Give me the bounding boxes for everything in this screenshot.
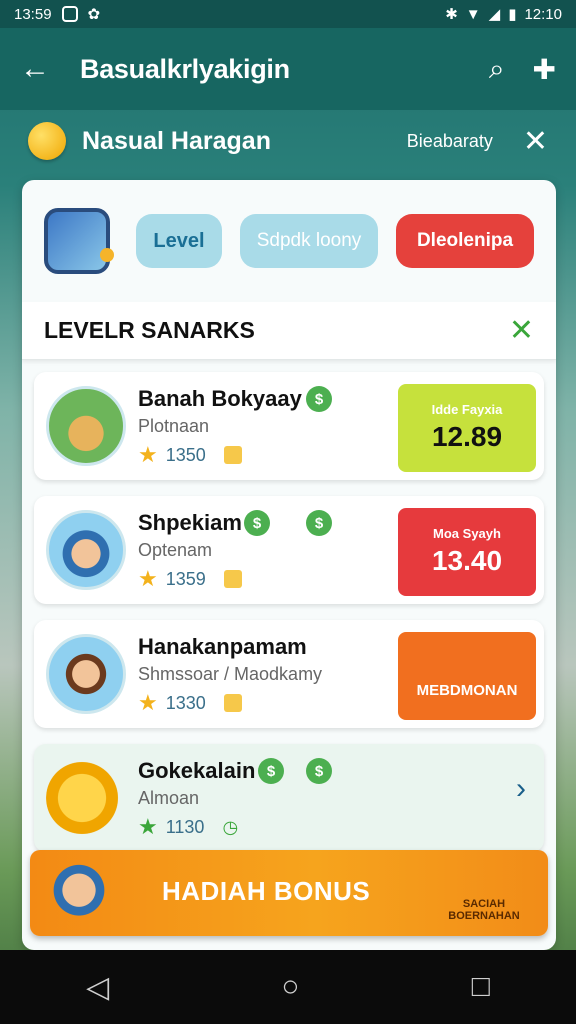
star-icon: ★ (138, 690, 158, 715)
subheader-link[interactable]: Bieabaraty (407, 131, 493, 152)
avatar (46, 634, 126, 714)
item-stats: ★ 1130 ◷ (138, 814, 238, 840)
signal-icon: ◢ (488, 6, 501, 23)
puzzle-icon[interactable]: ✚ (533, 53, 556, 86)
nav-home-icon[interactable]: ○ (281, 970, 299, 1004)
tablet-icon (44, 208, 114, 274)
banner-title: HADIAH BONUS (162, 876, 371, 906)
battery-icon: ▮ (508, 6, 517, 23)
item-title: Shpekiam (138, 510, 242, 535)
filter-chip-secondary[interactable]: Sdpdk loony (240, 214, 378, 268)
rewards-card: Level Sdpdk loony Dleolenipa LEVELR SANA… (22, 180, 556, 950)
item-stats: ★ 1350 (138, 442, 242, 468)
item-count: 1330 (165, 692, 206, 713)
item-stats: ★ 1359 (138, 566, 242, 592)
item-subtitle: Optenam (138, 540, 213, 560)
item-title: Hanakanpamam (138, 634, 307, 659)
verified-badge-icon: $ (306, 510, 332, 536)
price-value: 12.89 (431, 421, 503, 453)
item-count: 1359 (165, 568, 206, 589)
coin-badge-icon (223, 694, 242, 712)
price-box[interactable]: Idde Fayxia 12.89 (398, 384, 536, 472)
subheader: Nasual Haragan Bieabaraty ✕ (0, 110, 576, 172)
item-stats: ★ 1330 (138, 690, 242, 716)
price-value: 13.40 (431, 545, 503, 577)
close-icon[interactable]: ✕ (523, 124, 548, 159)
app-bar: ← Basualkrlyakigin ⌕ ✚ (0, 28, 576, 110)
app-notification-icon: ✿ (87, 6, 101, 23)
price-caption: Idde Fayxia (431, 401, 503, 417)
status-time: 13:59 (14, 5, 52, 23)
list-item[interactable]: Shpekiam $ $ Optenam ★ 1359 Moa Syayh 13… (34, 496, 544, 604)
nav-back-icon[interactable]: ◁ (86, 970, 109, 1005)
promo-label: MEBDMONAN (416, 681, 518, 699)
bonus-banner[interactable]: HADIAH BONUS SACIAH BOERNAHAN (30, 850, 548, 936)
banner-side-label: SACIAH BOERNAHAN (448, 898, 520, 922)
filter-chip-red[interactable]: Dleolenipa (396, 214, 534, 268)
verified-badge-icon: $ (244, 510, 270, 536)
camera-icon (61, 6, 78, 22)
clock-icon: ◷ (222, 816, 239, 837)
bluetooth-icon: ✱ (445, 6, 458, 23)
list-item[interactable]: Banah Bokyaay $ Plotnaan ★ 1350 Idde Fay… (34, 372, 544, 480)
item-title: Banah Bokyaay (138, 386, 302, 411)
avatar (46, 386, 126, 466)
nav-recents-icon[interactable]: □ (472, 970, 490, 1004)
search-icon[interactable]: ⌕ (489, 53, 505, 86)
price-box[interactable]: Moa Syayh 13.40 (398, 508, 536, 596)
chevron-right-icon[interactable]: › (516, 772, 526, 806)
avatar (46, 510, 126, 590)
coin-stack-icon (46, 758, 126, 838)
list-item[interactable]: Gokekalain $ $ Almoan ★ 1130 ◷ › (34, 744, 544, 852)
filter-row: Level Sdpdk loony Dleolenipa (22, 180, 556, 302)
coin-badge-icon (223, 570, 242, 588)
star-icon: ★ (138, 566, 158, 591)
verified-badge-icon: $ (306, 758, 332, 784)
item-title: Gokekalain (138, 758, 256, 783)
kid-illustration-icon (44, 856, 114, 932)
promo-box[interactable]: MEBDMONAN (398, 632, 536, 720)
star-icon: ★ (138, 814, 158, 839)
status-bar: 13:59 ✿ ✱ ▼ ◢ ▮ 12:10 (0, 0, 576, 28)
subheader-title: Nasual Haragan (82, 126, 271, 155)
item-subtitle: Plotnaan (138, 416, 210, 436)
verified-badge-icon: $ (306, 386, 332, 412)
system-nav-bar: ◁ ○ □ (0, 950, 576, 1024)
star-icon: ★ (138, 442, 158, 467)
coin-icon (28, 122, 66, 160)
item-count: 1350 (165, 444, 206, 465)
item-count: 1130 (165, 816, 205, 837)
status-time-right: 12:10 (524, 5, 562, 23)
list-item[interactable]: Hanakanpamam Shmssoar / Maodkamy ★ 1330 … (34, 620, 544, 728)
filter-chip-level[interactable]: Level (136, 214, 222, 268)
close-section-icon[interactable]: ✕ (509, 313, 534, 348)
item-subtitle: Shmssoar / Maodkamy (138, 664, 323, 684)
item-subtitle: Almoan (138, 788, 200, 808)
price-caption: Moa Syayh (433, 525, 501, 541)
coin-badge-icon (223, 446, 242, 464)
wifi-icon: ▼ (465, 5, 481, 23)
section-title: LEVELR SANARKS (44, 317, 255, 343)
back-arrow-icon[interactable]: ← (20, 52, 50, 86)
section-header: LEVELR SANARKS ✕ (22, 302, 556, 360)
app-title: Basualkrlyakigin (80, 53, 290, 84)
verified-badge-icon: $ (258, 758, 284, 784)
